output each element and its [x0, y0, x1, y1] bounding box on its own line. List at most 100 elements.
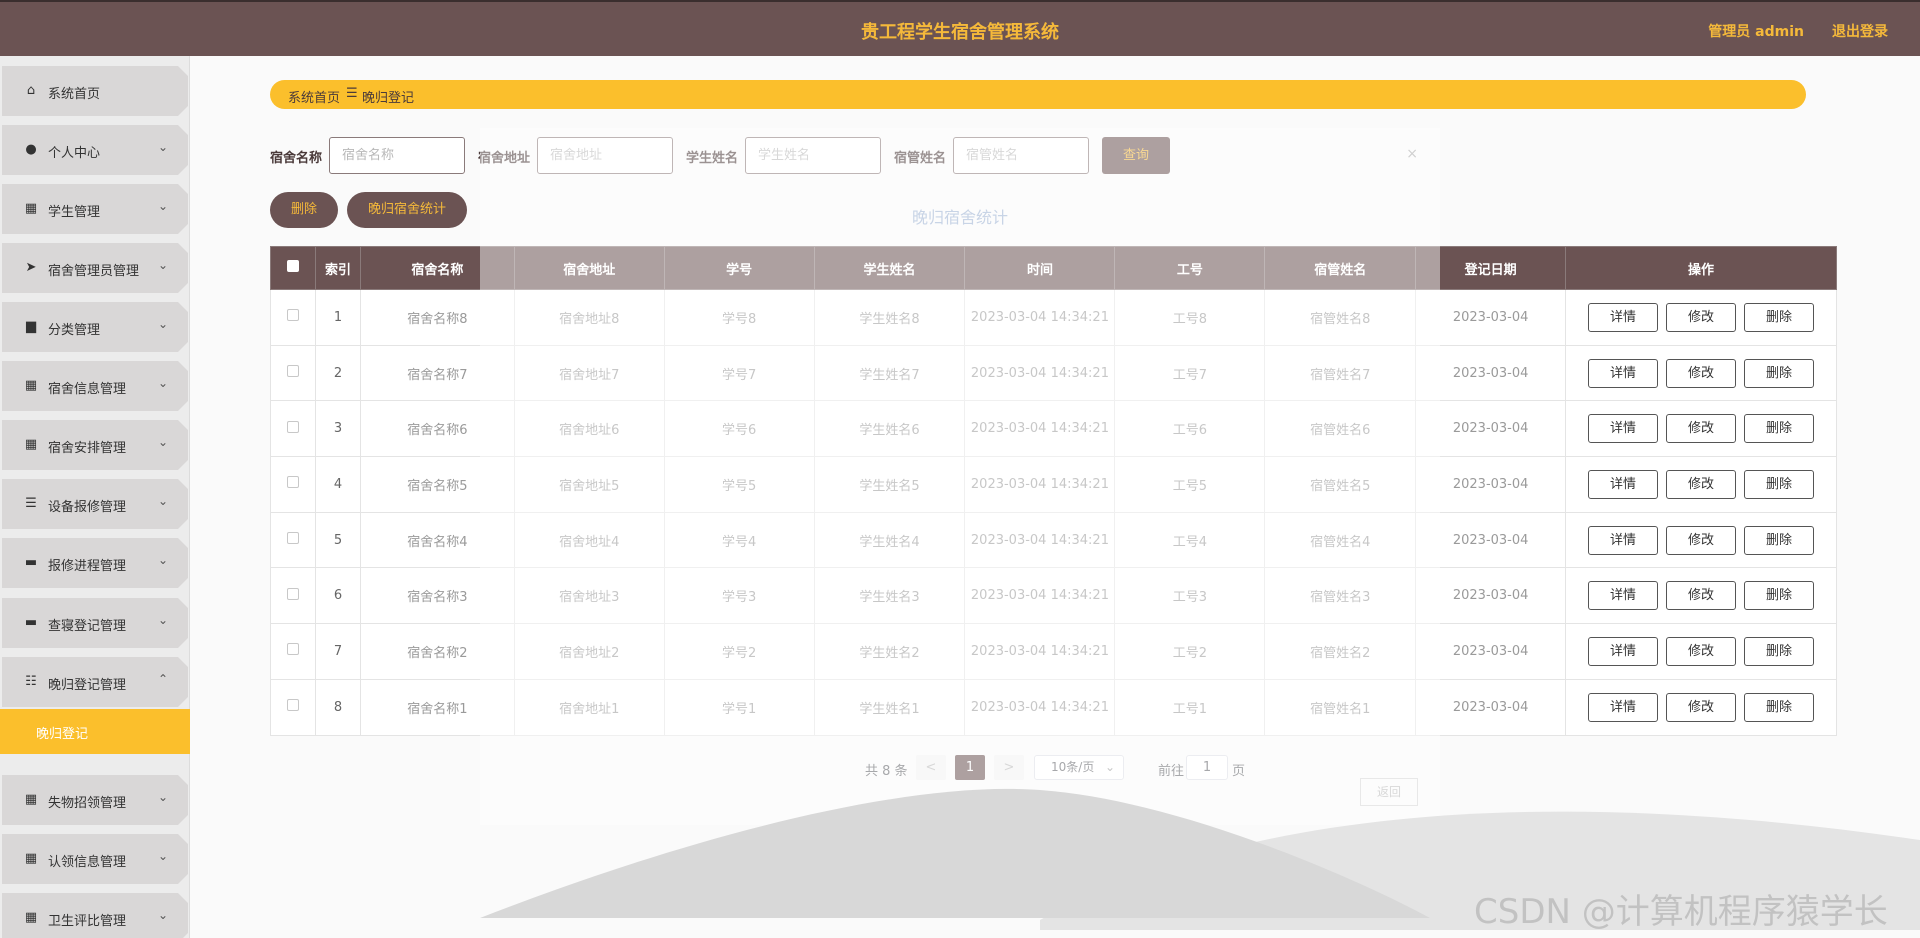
row-select-cell[interactable]: [270, 289, 316, 346]
delete-button[interactable]: 删除: [1744, 414, 1815, 444]
row-checkbox[interactable]: [286, 699, 299, 712]
student-name-input[interactable]: [745, 137, 881, 174]
row-checkbox[interactable]: [286, 643, 299, 656]
detail-button[interactable]: 详情: [1588, 525, 1659, 555]
breadcrumb-home[interactable]: 系统首页: [288, 87, 340, 106]
row-select-cell[interactable]: [270, 456, 316, 513]
student-name-cell: 学生姓名1: [813, 678, 966, 736]
goto-label: 前往: [1158, 764, 1185, 779]
grid-icon: ▦: [24, 437, 38, 452]
detail-button[interactable]: 详情: [1588, 692, 1659, 722]
sidebar-item-10[interactable]: ☷ 晚归登记管理 ⌃: [2, 657, 188, 707]
student-id-cell: 学号3: [663, 567, 815, 625]
detail-button[interactable]: 详情: [1588, 581, 1659, 611]
row-checkbox[interactable]: [286, 532, 299, 545]
edit-button[interactable]: 修改: [1666, 414, 1737, 444]
dorm-name-cell: 宿舍名称6: [359, 400, 515, 458]
student-name-cell: 学生姓名6: [813, 400, 966, 458]
select-all-checkbox[interactable]: [286, 260, 299, 272]
row-select-cell[interactable]: [270, 567, 316, 625]
edit-button[interactable]: 修改: [1666, 692, 1737, 722]
send-icon: ➤: [25, 260, 37, 275]
detail-button[interactable]: 详情: [1588, 302, 1659, 332]
row-select-cell[interactable]: [270, 623, 316, 680]
delete-button[interactable]: 删除: [1744, 636, 1815, 666]
page-size-value: 10条/页: [1051, 760, 1095, 774]
col-student-id: 学号: [663, 246, 815, 290]
row-select-cell[interactable]: [270, 344, 316, 402]
edit-button[interactable]: 修改: [1666, 636, 1737, 666]
row-checkbox[interactable]: [286, 365, 299, 378]
sidebar-item-9[interactable]: ▬ 查寝登记管理 ⌄: [2, 598, 188, 648]
edit-button[interactable]: 修改: [1666, 358, 1737, 388]
detail-button[interactable]: 详情: [1588, 469, 1659, 499]
dorm-address-input[interactable]: [537, 137, 673, 174]
sidebar-subitem-late-return[interactable]: 晚归登记: [0, 709, 190, 754]
sidebar-item-12[interactable]: ▦ 认领信息管理 ⌄: [2, 834, 188, 884]
dorm-name-input[interactable]: [329, 137, 465, 174]
row-checkbox[interactable]: [286, 587, 299, 600]
detail-button[interactable]: 详情: [1588, 636, 1659, 666]
worker-id-cell: 工号2: [1114, 623, 1266, 680]
sidebar-item-0[interactable]: ⌂ 系统首页: [2, 66, 188, 116]
manager-name-input[interactable]: [953, 137, 1089, 174]
sidebar-item-13[interactable]: ▦ 卫生评比管理 ⌄: [2, 893, 188, 938]
worker-id-cell: 工号6: [1114, 400, 1266, 458]
query-button[interactable]: 查询: [1102, 137, 1170, 174]
student-name-cell: 学生姓名8: [813, 289, 966, 346]
row-checkbox[interactable]: [286, 476, 299, 489]
time-cell: 2023-03-04 14:34:21: [964, 567, 1116, 625]
row-checkbox[interactable]: [286, 420, 299, 433]
row-checkbox[interactable]: [286, 309, 299, 322]
batch-delete-button[interactable]: 删除: [270, 192, 338, 228]
late-return-stats-button[interactable]: 晚归宿舍统计: [347, 192, 467, 228]
delete-button[interactable]: 删除: [1744, 358, 1815, 388]
delete-button[interactable]: 删除: [1744, 302, 1815, 332]
delete-button[interactable]: 删除: [1744, 469, 1815, 499]
detail-button[interactable]: 详情: [1588, 358, 1659, 388]
page-size-select[interactable]: 10条/页 ⌄: [1034, 755, 1124, 780]
col-index: 索引: [314, 246, 361, 290]
sidebar-item-5[interactable]: ▦ 宿舍信息管理 ⌄: [2, 361, 188, 411]
sidebar-item-4[interactable]: ▆ 分类管理 ⌄: [2, 302, 188, 352]
dorm-name-label: 宿舍名称: [270, 151, 323, 166]
row-select-cell[interactable]: [270, 400, 316, 458]
sidebar-item-1[interactable]: ● 个人中心 ⌄: [2, 125, 188, 175]
prev-page-button[interactable]: <: [916, 755, 946, 780]
sidebar-item-8[interactable]: ▬ 报修进程管理 ⌄: [2, 538, 188, 588]
row-select-cell[interactable]: [270, 511, 316, 569]
sidebar-item-7[interactable]: ☰ 设备报修管理 ⌄: [2, 479, 188, 529]
page-suffix-label: 页: [1232, 764, 1246, 779]
grid-icon: ▦: [24, 201, 38, 216]
edit-button[interactable]: 修改: [1666, 302, 1737, 332]
sidebar-item-label: 失物招领管理: [48, 796, 127, 811]
manager-name-cell: 宿管姓名3: [1264, 567, 1417, 625]
sidebar-item-6[interactable]: ▦ 宿舍安排管理 ⌄: [2, 420, 188, 470]
select-all-header[interactable]: [270, 246, 316, 290]
detail-button[interactable]: 详情: [1588, 414, 1659, 444]
row-select-cell[interactable]: [270, 678, 316, 736]
delete-button[interactable]: 删除: [1744, 692, 1815, 722]
flag-icon: ▬: [24, 555, 38, 570]
edit-button[interactable]: 修改: [1666, 581, 1737, 611]
logout-link[interactable]: 退出登录: [1832, 21, 1888, 41]
sidebar-item-label: 宿舍信息管理: [48, 382, 127, 397]
edit-button[interactable]: 修改: [1666, 525, 1737, 555]
dorm-name-cell: 宿舍名称7: [359, 344, 515, 402]
sidebar-item-2[interactable]: ▦ 学生管理 ⌄: [2, 184, 188, 234]
next-page-button[interactable]: >: [994, 755, 1024, 780]
goto-page-input[interactable]: [1186, 755, 1228, 780]
delete-button[interactable]: 删除: [1744, 581, 1815, 611]
grid-icon: ▦: [24, 910, 38, 925]
edit-button[interactable]: 修改: [1666, 469, 1737, 499]
manager-name-cell: 宿管姓名7: [1264, 344, 1417, 402]
worker-id-cell: 工号7: [1114, 344, 1266, 402]
delete-button[interactable]: 删除: [1744, 525, 1815, 555]
time-cell: 2023-03-04 14:34:21: [964, 678, 1116, 736]
sidebar-item-label: 个人中心: [48, 146, 101, 161]
sidebar-item-3[interactable]: ➤ 宿舍管理员管理 ⌄: [2, 243, 188, 293]
student-name-cell: 学生姓名2: [813, 623, 966, 680]
sidebar-item-11[interactable]: ▦ 失物招领管理 ⌄: [2, 775, 188, 825]
page-1-button[interactable]: 1: [955, 755, 985, 780]
chevron-down-icon: ⌄: [157, 258, 168, 272]
